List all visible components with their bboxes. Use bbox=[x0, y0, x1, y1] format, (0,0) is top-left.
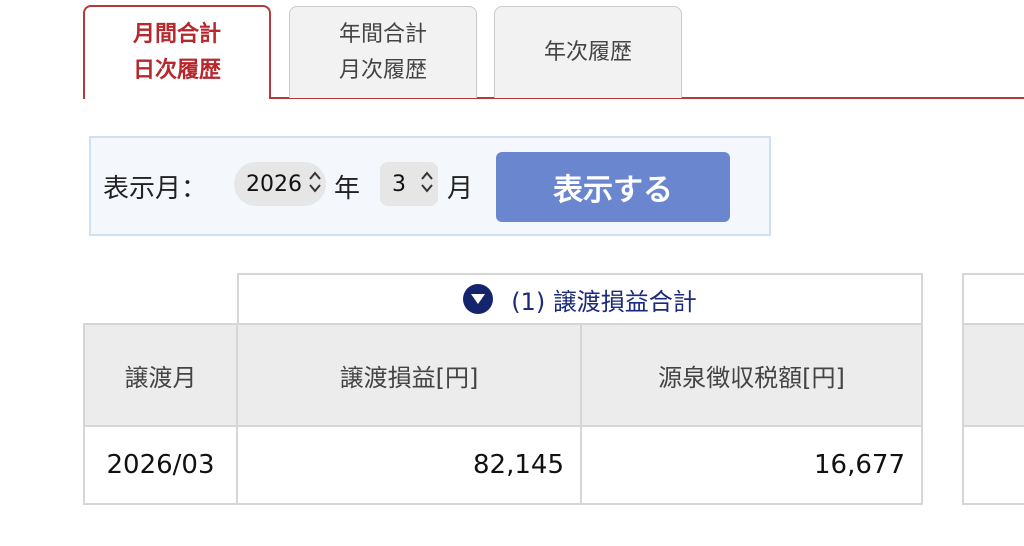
column-header-transfer-month: 譲渡月 bbox=[83, 323, 238, 427]
display-month-label: 表示月： bbox=[103, 174, 208, 204]
tab-bar: 月間合計 日次履歴 年間合計 月次履歴 年次履歴 bbox=[0, 0, 1024, 100]
updown-chevron-icon bbox=[308, 170, 322, 194]
display-month-filter: 表示月： 2026 年 3 月 表示する bbox=[89, 136, 771, 236]
updown-chevron-icon bbox=[420, 170, 434, 194]
tab-label-line2: 月次履歴 bbox=[338, 57, 427, 83]
show-button[interactable]: 表示する bbox=[496, 152, 730, 222]
tab-annual-history[interactable]: 年次履歴 bbox=[494, 6, 682, 98]
next-table-cell-fragment bbox=[962, 425, 1024, 505]
month-unit-label: 月 bbox=[447, 174, 474, 204]
section-title: (1) 譲渡損益合計 bbox=[511, 287, 697, 316]
tab-label: 年次履歴 bbox=[543, 39, 632, 65]
tab-label-line1: 月間合計 bbox=[132, 22, 221, 47]
tab-label-line1: 年間合計 bbox=[338, 21, 427, 47]
tab-annual-total-monthly-history[interactable]: 年間合計 月次履歴 bbox=[289, 6, 477, 98]
month-select[interactable]: 3 bbox=[380, 162, 438, 206]
column-header-withholding-tax: 源泉徴収税額[円] bbox=[580, 323, 923, 427]
column-header-transfer-pl: 譲渡損益[円] bbox=[236, 323, 582, 427]
tab-monthly-total-daily-history[interactable]: 月間合計 日次履歴 bbox=[83, 5, 271, 99]
collapse-triangle-icon[interactable] bbox=[463, 284, 494, 314]
year-select[interactable]: 2026 bbox=[234, 162, 326, 206]
cell-withholding-tax: 16,677 bbox=[580, 425, 923, 505]
year-value: 2026 bbox=[246, 171, 302, 197]
section-header-transfer-pl-total[interactable]: (1) 譲渡損益合計 bbox=[237, 273, 923, 325]
cell-transfer-pl: 82,145 bbox=[236, 425, 582, 505]
next-table-header-fragment bbox=[962, 273, 1024, 325]
tab-label-line2: 日次履歴 bbox=[132, 58, 221, 83]
year-unit-label: 年 bbox=[334, 174, 361, 204]
month-value: 3 bbox=[392, 171, 406, 197]
next-table-column-fragment bbox=[962, 323, 1024, 427]
cell-transfer-month: 2026/03 bbox=[83, 425, 238, 505]
